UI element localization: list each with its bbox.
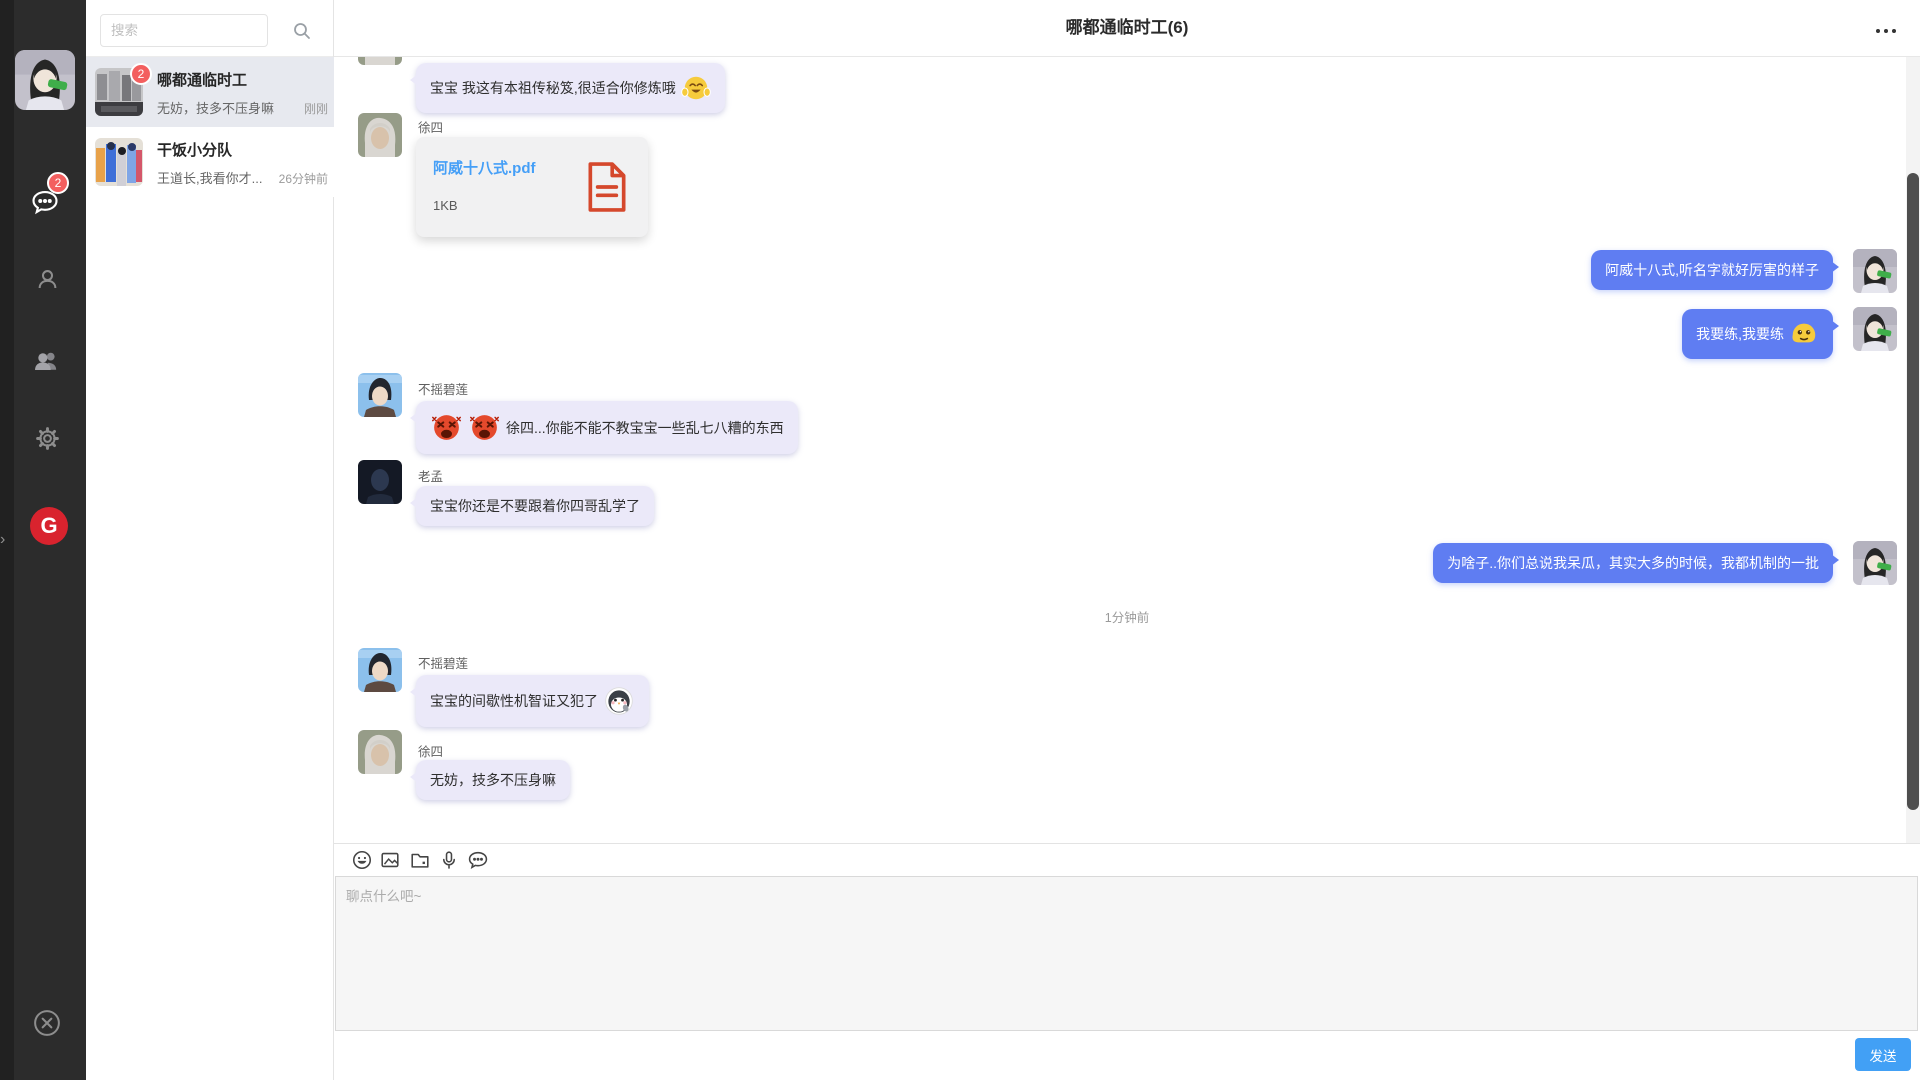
settings-gear-icon[interactable] xyxy=(34,425,61,452)
more-options-icon[interactable] xyxy=(1876,25,1902,37)
groups-nav-icon[interactable] xyxy=(32,347,61,376)
chat-time: 刚刚 xyxy=(304,100,328,117)
hugging-face-emoji xyxy=(681,73,711,103)
user-avatar[interactable] xyxy=(15,50,75,110)
avatar-image xyxy=(358,648,402,692)
composer-toolbar xyxy=(334,843,1920,876)
sender-avatar[interactable] xyxy=(358,373,402,417)
message-bubble: 徐四...你能不能不教宝宝一些乱七八糟的东西 xyxy=(416,401,798,454)
message-bubble: 为啥子..你们总说我呆瓜，其实大多的时候，我都机制的一批 xyxy=(1433,543,1833,583)
chat-list-item-nadutong[interactable]: 2 哪都通临时工 无妨，技多不压身嘛 刚刚 xyxy=(86,57,334,127)
g-logo[interactable]: G xyxy=(30,507,68,545)
chat-list-panel: 2 哪都通临时工 无妨，技多不压身嘛 刚刚 干饭小分队 王道长,我看你才... … xyxy=(86,0,334,1080)
sender-name: 徐四 xyxy=(418,741,443,760)
message-bubble: 阿威十八式,听名字就好厉害的样子 xyxy=(1591,250,1833,290)
avatar-image xyxy=(1853,249,1897,293)
pdf-file-icon xyxy=(586,162,628,212)
chat-time: 26分钟前 xyxy=(279,170,328,187)
chat-name: 哪都通临时工 xyxy=(157,69,247,90)
group-avatar xyxy=(95,138,143,186)
message-text: 为啥子..你们总说我呆瓜，其实大多的时候，我都机制的一批 xyxy=(1447,553,1819,573)
chat-nav-badge: 2 xyxy=(47,172,69,194)
sender-name: 不摇碧莲 xyxy=(418,653,468,672)
penguin-sticker-emoji xyxy=(603,685,635,717)
chat-last-message: 无妨，技多不压身嘛 xyxy=(157,98,274,117)
file-name: 阿威十八式.pdf xyxy=(433,157,536,178)
message-bubble: 我要练,我要练 xyxy=(1682,309,1833,359)
sender-name: 徐四 xyxy=(418,117,443,136)
avatar-image xyxy=(1853,307,1897,351)
message-bubble: 无妨，技多不压身嘛 xyxy=(416,760,570,800)
conversation-header: 哪都通临时工(6) xyxy=(334,0,1920,57)
avatar-image xyxy=(1853,541,1897,585)
enraged-face-emoji xyxy=(468,411,501,444)
avatar-image xyxy=(358,460,402,504)
file-size: 1KB xyxy=(433,198,458,213)
melting-face-emoji xyxy=(1789,319,1819,349)
search-icon[interactable] xyxy=(290,19,314,43)
image-icon[interactable] xyxy=(379,849,401,871)
message-text: 无妨，技多不压身嘛 xyxy=(430,770,556,790)
chat-list-item-ganfan[interactable]: 干饭小分队 王道长,我看你才... 26分钟前 xyxy=(86,127,334,197)
message-text: 宝宝 我这有本祖传秘笈,很适合你修炼哦 xyxy=(430,78,676,98)
avatar-image xyxy=(358,113,402,157)
message-bubble: 宝宝 我这有本祖传秘笈,很适合你修炼哦 xyxy=(416,63,725,113)
sender-avatar[interactable] xyxy=(358,730,402,774)
folder-icon[interactable] xyxy=(409,849,431,871)
message-text: 我要练,我要练 xyxy=(1696,324,1784,344)
sender-avatar[interactable] xyxy=(358,57,402,65)
voice-icon[interactable] xyxy=(438,849,460,871)
unread-badge: 2 xyxy=(130,63,152,85)
sender-name: 不摇碧莲 xyxy=(418,379,468,398)
user-avatar-image xyxy=(15,50,75,110)
message-input[interactable] xyxy=(336,877,1917,1030)
chat-app-window: 2 G › 2 哪都通临时工 无妨，技多不压身嘛 刚刚 干饭小分队 王道长,我看… xyxy=(0,0,1920,1080)
avatar-image xyxy=(358,730,402,774)
conversation-title: 哪都通临时工(6) xyxy=(334,0,1920,56)
avatar-image xyxy=(358,57,402,65)
search-input[interactable] xyxy=(100,14,268,47)
self-avatar[interactable] xyxy=(1853,541,1897,585)
emoji-picker-icon[interactable] xyxy=(351,849,373,871)
self-avatar[interactable] xyxy=(1853,249,1897,293)
group-avatar-image xyxy=(95,138,143,186)
sender-name: 老孟 xyxy=(418,466,443,485)
message-text: 宝宝你还是不要跟着你四哥乱学了 xyxy=(430,496,640,516)
close-circle-icon[interactable] xyxy=(32,1008,62,1038)
chat-name: 干饭小分队 xyxy=(157,139,232,160)
file-attachment-card[interactable]: 阿威十八式.pdf 1KB xyxy=(416,137,648,237)
sender-avatar[interactable] xyxy=(358,460,402,504)
avatar-image xyxy=(358,373,402,417)
collapse-arrow-icon[interactable]: › xyxy=(0,532,5,548)
send-button[interactable]: 发送 xyxy=(1855,1038,1911,1071)
sender-avatar[interactable] xyxy=(358,113,402,157)
sidebar: 2 G › xyxy=(0,0,86,1080)
scrollbar-thumb[interactable] xyxy=(1907,173,1919,810)
chat-last-message: 王道长,我看你才... xyxy=(157,168,262,187)
message-bubble: 宝宝你还是不要跟着你四哥乱学了 xyxy=(416,486,654,526)
message-text: 阿威十八式,听名字就好厉害的样子 xyxy=(1605,260,1819,280)
composer xyxy=(335,876,1918,1031)
conversation-pane: 哪都通临时工(6) 宝宝 我这有本祖传秘笈,很适合你修炼哦 徐四 阿威十八式.p… xyxy=(334,0,1920,1080)
message-bubble: 宝宝的间歇性机智证又犯了 xyxy=(416,675,649,727)
sender-avatar[interactable] xyxy=(358,648,402,692)
timestamp: 1分钟前 xyxy=(334,607,1920,626)
self-avatar[interactable] xyxy=(1853,307,1897,351)
message-text: 徐四...你能不能不教宝宝一些乱七八糟的东西 xyxy=(506,418,784,438)
contacts-nav-icon[interactable] xyxy=(34,266,61,293)
message-list: 宝宝 我这有本祖传秘笈,很适合你修炼哦 徐四 阿威十八式.pdf 1KB 阿威十… xyxy=(334,57,1920,843)
message-text: 宝宝的间歇性机智证又犯了 xyxy=(430,691,598,711)
enraged-face-emoji xyxy=(430,411,463,444)
chat-history-icon[interactable] xyxy=(467,849,489,871)
